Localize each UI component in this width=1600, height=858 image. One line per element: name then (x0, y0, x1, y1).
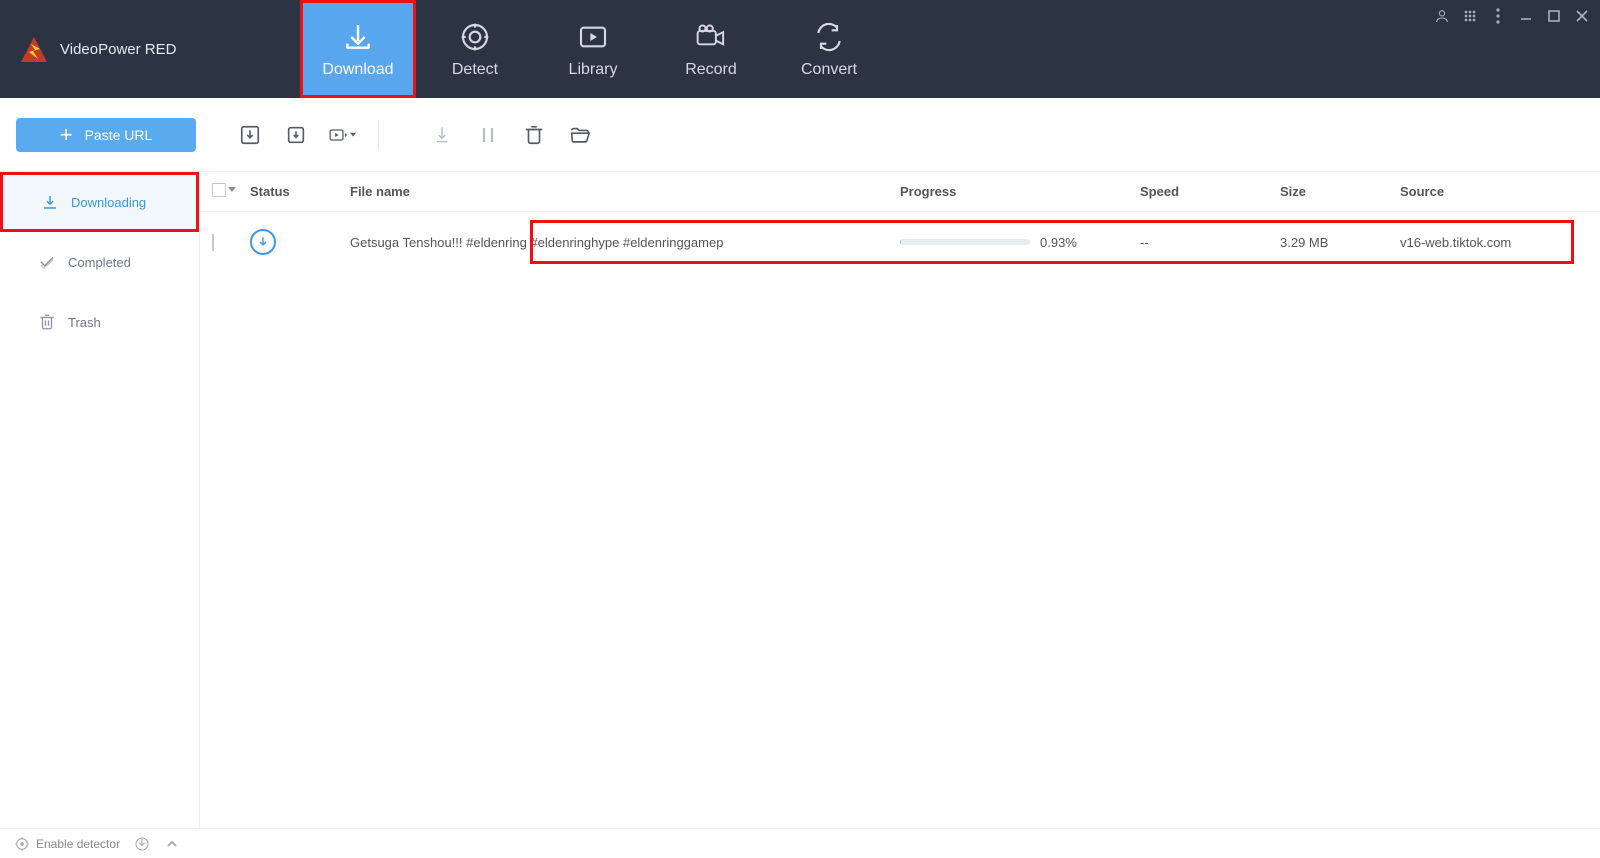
separator (378, 120, 406, 150)
row-checkbox[interactable] (212, 234, 214, 251)
minimize-button[interactable] (1518, 8, 1534, 24)
col-progress[interactable]: Progress (900, 184, 1140, 199)
toolbar: + Paste URL (0, 98, 1600, 172)
cell-filename: Getsuga Tenshou!!! #eldenring #eldenring… (350, 235, 900, 250)
app-logo-icon (18, 33, 50, 65)
batch-download-icon[interactable] (236, 121, 264, 149)
video-settings-icon[interactable] (328, 121, 356, 149)
footer: Enable detector (0, 828, 1600, 858)
expand-button[interactable] (164, 836, 180, 852)
tab-label: Library (569, 61, 618, 79)
col-filename[interactable]: File name (350, 184, 900, 199)
paste-url-button[interactable]: + Paste URL (16, 118, 196, 152)
record-icon (693, 19, 729, 55)
col-source[interactable]: Source (1400, 184, 1600, 199)
grid-icon[interactable] (1462, 8, 1478, 24)
body: Downloading Completed Trash Status F (0, 172, 1600, 828)
progress-text: 0.93% (1040, 235, 1077, 250)
pause-icon[interactable] (474, 121, 502, 149)
tab-label: Record (685, 61, 737, 79)
col-speed[interactable]: Speed (1140, 184, 1280, 199)
more-icon[interactable] (1490, 8, 1506, 24)
completed-icon (38, 253, 56, 271)
detect-icon (457, 19, 493, 55)
main-tabs: Download Detect Library Record Convert (300, 0, 888, 98)
chevron-up-icon (164, 836, 180, 852)
resume-icon[interactable] (428, 121, 456, 149)
tab-record[interactable]: Record (652, 0, 770, 98)
sidebar-item-label: Completed (68, 255, 131, 270)
col-status[interactable]: Status (250, 184, 350, 199)
speed-limit-icon (134, 836, 150, 852)
download-icon (340, 19, 376, 55)
sidebar-item-completed[interactable]: Completed (0, 232, 199, 292)
sidebar-item-downloading[interactable]: Downloading (0, 172, 199, 232)
progress-bar (900, 239, 1030, 245)
cell-speed: -- (1140, 235, 1280, 250)
single-download-icon[interactable] (282, 121, 310, 149)
tab-convert[interactable]: Convert (770, 0, 888, 98)
detector-target-icon (14, 836, 30, 852)
toolbar-icons (236, 120, 594, 150)
trash-icon (38, 313, 56, 331)
enable-detector-button[interactable]: Enable detector (14, 836, 120, 852)
sidebar-item-label: Trash (68, 315, 101, 330)
col-size[interactable]: Size (1280, 184, 1400, 199)
tab-label: Download (322, 61, 393, 79)
convert-icon (811, 19, 847, 55)
status-downloading-icon (250, 229, 276, 255)
app-title: VideoPower RED (60, 41, 176, 58)
library-icon (575, 19, 611, 55)
cell-source: v16-web.tiktok.com (1400, 235, 1600, 250)
cell-progress: 0.93% (900, 235, 1140, 250)
open-folder-icon[interactable] (566, 121, 594, 149)
tab-label: Detect (452, 61, 498, 79)
speed-limit-button[interactable] (134, 836, 150, 852)
sidebar-item-trash[interactable]: Trash (0, 292, 199, 352)
tab-download[interactable]: Download (300, 0, 416, 98)
main: Status File name Progress Speed Size Sou… (200, 172, 1600, 828)
brand: VideoPower RED (0, 0, 300, 98)
tab-library[interactable]: Library (534, 0, 652, 98)
delete-icon[interactable] (520, 121, 548, 149)
enable-detector-label: Enable detector (36, 837, 120, 851)
close-button[interactable] (1574, 8, 1590, 24)
plus-icon: + (60, 124, 73, 146)
sidebar-item-label: Downloading (71, 195, 146, 210)
top-bar: VideoPower RED Download Detect Library R… (0, 0, 1600, 98)
table-header: Status File name Progress Speed Size Sou… (200, 172, 1600, 212)
user-icon[interactable] (1434, 8, 1450, 24)
window-controls (1434, 8, 1590, 24)
table-row-wrap: Getsuga Tenshou!!! #eldenring #eldenring… (200, 212, 1600, 272)
sidebar: Downloading Completed Trash (0, 172, 200, 828)
paste-url-label: Paste URL (85, 127, 153, 143)
table-row[interactable]: Getsuga Tenshou!!! #eldenring #eldenring… (200, 212, 1600, 272)
tab-label: Convert (801, 61, 857, 79)
downloading-icon (41, 193, 59, 211)
tab-detect[interactable]: Detect (416, 0, 534, 98)
cell-size: 3.29 MB (1280, 235, 1400, 250)
select-all-checkbox[interactable] (212, 183, 236, 197)
maximize-button[interactable] (1546, 8, 1562, 24)
